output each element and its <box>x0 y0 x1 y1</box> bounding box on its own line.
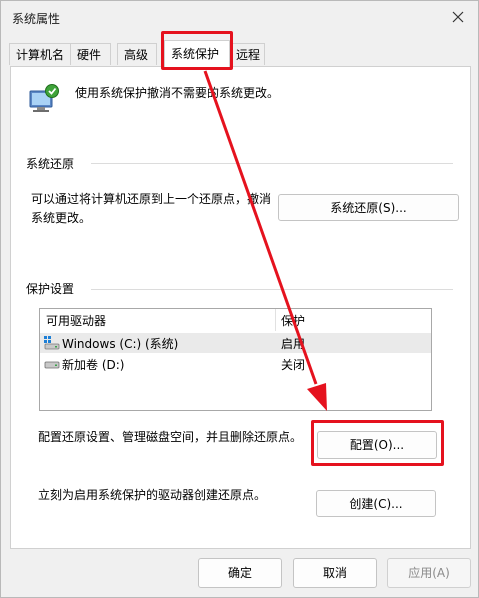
protection-settings-group-title: 保护设置 <box>26 282 75 296</box>
column-header-protection[interactable]: 保护 <box>281 312 305 329</box>
system-protection-panel: 使用系统保护撤消不需要的系统更改。 系统还原 可以通过将计算机还原到上一个还原点… <box>10 66 471 549</box>
title-bar: 系统属性 <box>1 1 478 33</box>
drives-list[interactable]: 可用驱动器 保护 Windows (C:) (系统) 启用 新加卷 (D:) 关… <box>39 308 432 411</box>
divider <box>91 289 453 290</box>
column-separator[interactable] <box>275 309 276 331</box>
restore-description-line: 可以通过将计算机还原到上一个还原点，撤消 <box>31 192 272 206</box>
apply-button[interactable]: 应用(A) <box>387 558 471 588</box>
restore-description-line: 系统更改。 <box>31 211 92 225</box>
system-properties-window: 系统属性 计算机名 硬件 高级 系统保护 远程 使用系统保护撤消不需要的系统更改… <box>0 0 479 598</box>
create-description: 立刻为启用系统保护的驱动器创建还原点。 <box>38 488 267 502</box>
drive-icon <box>44 361 60 369</box>
drive-name: Windows (C:) (系统) <box>62 337 179 351</box>
drive-row-d[interactable]: 新加卷 (D:) 关闭 <box>40 354 431 374</box>
close-button[interactable] <box>448 7 468 27</box>
ok-button[interactable]: 确定 <box>198 558 282 588</box>
computer-shield-icon <box>29 84 59 112</box>
tab-hardware[interactable]: 硬件 <box>70 43 111 65</box>
drive-name: 新加卷 (D:) <box>62 358 125 372</box>
create-button[interactable]: 创建(C)... <box>316 490 436 517</box>
tab-label: 计算机名 <box>16 48 65 62</box>
drive-row-c[interactable]: Windows (C:) (系统) 启用 <box>40 333 431 353</box>
restore-description: 可以通过将计算机还原到上一个还原点，撤消 系统更改。 <box>31 190 271 228</box>
column-header-drive[interactable]: 可用驱动器 <box>46 312 106 329</box>
configure-button[interactable]: 配置(O)... <box>317 431 437 459</box>
tab-label: 系统保护 <box>171 47 220 61</box>
list-header: 可用驱动器 保护 <box>40 309 431 331</box>
drive-status: 关闭 <box>281 358 306 372</box>
system-restore-button[interactable]: 系统还原(S)... <box>278 194 459 221</box>
tab-label: 高级 <box>124 48 149 62</box>
cancel-button[interactable]: 取消 <box>293 558 377 588</box>
tab-computer-name[interactable]: 计算机名 <box>9 43 71 65</box>
divider <box>91 163 453 164</box>
tab-system-protection[interactable]: 系统保护 <box>164 40 230 67</box>
intro-text: 使用系统保护撤消不需要的系统更改。 <box>75 86 280 100</box>
window-title: 系统属性 <box>12 12 61 26</box>
system-drive-icon <box>44 336 60 350</box>
tab-advanced[interactable]: 高级 <box>117 43 157 65</box>
tab-label: 硬件 <box>77 48 102 62</box>
close-icon <box>452 11 464 23</box>
tab-remote[interactable]: 远程 <box>229 43 265 65</box>
system-restore-group-title: 系统还原 <box>26 157 75 171</box>
tab-label: 远程 <box>236 48 261 62</box>
configure-description: 配置还原设置、管理磁盘空间，并且删除还原点。 <box>38 430 303 444</box>
drive-status: 启用 <box>281 337 306 351</box>
tab-strip: 计算机名 硬件 高级 系统保护 远程 <box>9 40 471 67</box>
